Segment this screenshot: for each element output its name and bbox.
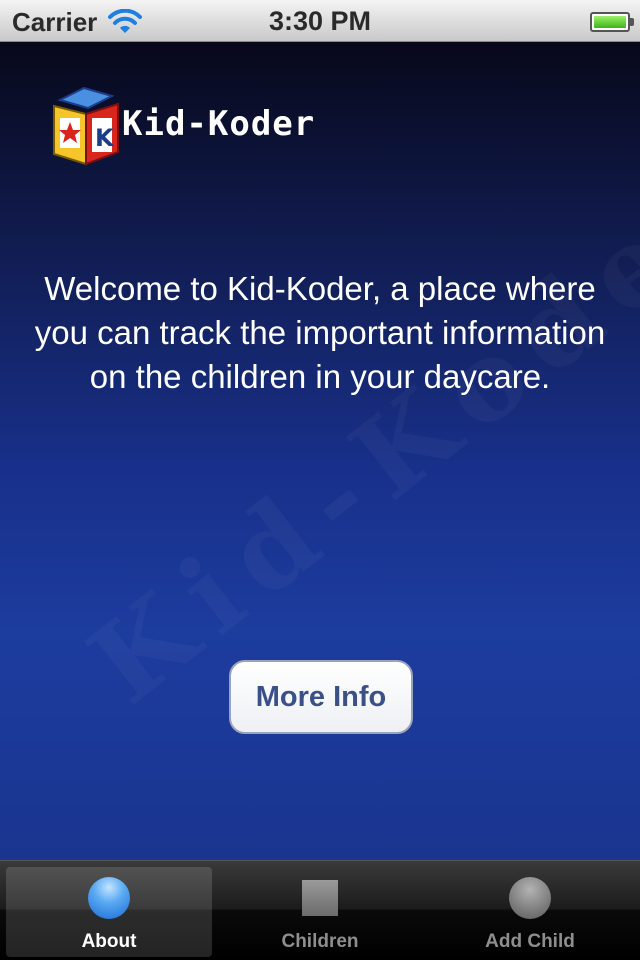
tab-about-label: About — [81, 931, 137, 952]
tab-add-child-label: Add Child — [485, 931, 575, 952]
welcome-text: Welcome to Kid-Koder, a place where you … — [34, 270, 606, 395]
battery-tip — [630, 18, 634, 26]
tab-bar: About Children Add Child — [0, 860, 640, 960]
app-logo: K Kid-Koder — [50, 86, 320, 170]
logo-text: Kid-Koder — [122, 104, 316, 144]
children-square-icon — [302, 877, 338, 916]
add-child-circle-icon — [509, 877, 551, 919]
clock: 3:30 PM — [268, 6, 372, 36]
battery-icon — [590, 12, 630, 32]
about-screen: Kid-Koder K Kid-Koder Welcome to Kid-Kod… — [0, 42, 640, 860]
toy-block-icon: K — [50, 86, 124, 175]
tab-children-label: Children — [281, 931, 359, 952]
tab-add-child[interactable]: Add Child — [427, 867, 633, 957]
about-circle-icon — [88, 877, 130, 919]
more-info-button[interactable]: More Info — [229, 660, 413, 734]
tab-children[interactable]: Children — [217, 867, 423, 957]
svg-text:K: K — [95, 124, 115, 152]
status-bar: Carrier 3:30 PM — [0, 0, 640, 42]
tab-about[interactable]: About — [6, 867, 212, 957]
